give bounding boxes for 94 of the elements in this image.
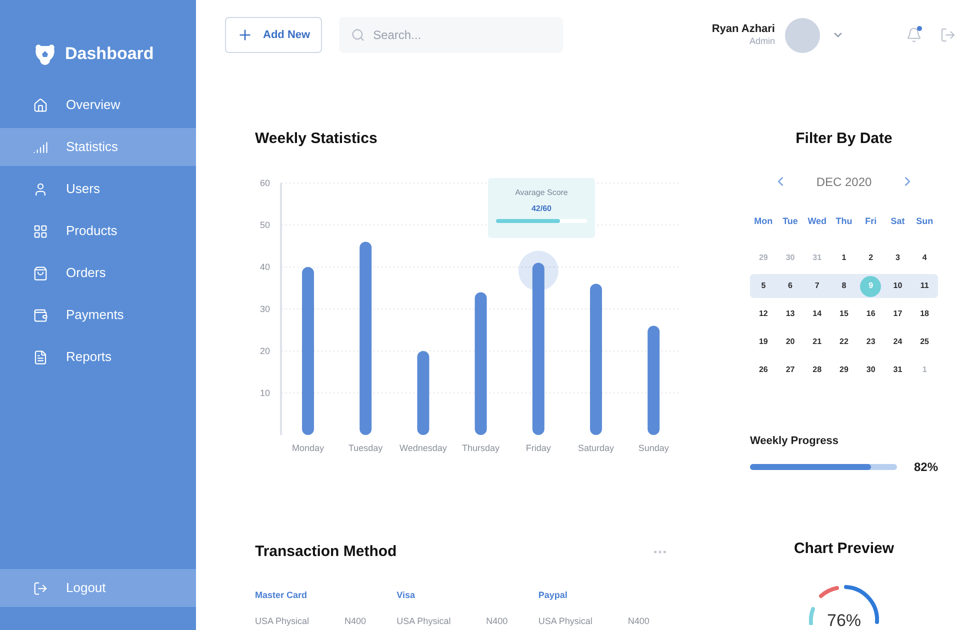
calendar-day[interactable]: 21 [806, 332, 828, 352]
chart-percentage: 76% [826, 610, 862, 630]
grid-icon [33, 224, 48, 238]
method-name: Paypal [538, 589, 568, 602]
method-amount: N400 [344, 614, 366, 628]
calendar-day[interactable]: 28 [806, 360, 828, 380]
tooltip-title: Avarage Score [515, 186, 568, 198]
x-axis-label: Friday [526, 442, 551, 452]
home-icon [33, 98, 48, 112]
calendar-day[interactable]: 11 [914, 276, 936, 296]
search-field[interactable]: Search... [339, 17, 564, 53]
calendar-day[interactable]: 10 [887, 276, 908, 296]
x-axis-label: Wednesday [400, 442, 447, 452]
weekday-label: Tue [782, 214, 799, 228]
plus-icon [237, 27, 253, 43]
y-axis-label: 20 [260, 346, 270, 356]
y-axis-label: 30 [260, 304, 270, 314]
calendar-day[interactable]: 4 [914, 248, 936, 268]
progress-title: Weekly Progress [750, 434, 840, 449]
x-axis-label: Tuesday [348, 442, 383, 452]
calendar-day[interactable]: 18 [914, 304, 936, 324]
document-icon [33, 350, 48, 364]
calendar-day[interactable]: 5 [752, 276, 774, 296]
method-name: Master Card [255, 589, 308, 602]
x-axis-label: Monday [292, 442, 324, 452]
logout-icon [33, 580, 48, 596]
calendar-day[interactable]: 27 [780, 360, 801, 380]
method-amount: N400 [486, 614, 508, 628]
bar[interactable] [590, 283, 602, 434]
calendar-day[interactable]: 3 [887, 248, 908, 268]
x-axis-label: Sunday [638, 442, 669, 452]
weekday-label: Sat [890, 214, 906, 228]
calendar-day[interactable]: 23 [860, 332, 882, 352]
bar[interactable] [417, 350, 430, 434]
section-title: Weekly Statistics [255, 129, 378, 149]
calendar-day[interactable]: 30 [860, 360, 882, 380]
weekday-label: Wed [806, 214, 828, 228]
add-new-button[interactable]: Add New [225, 17, 322, 53]
y-axis-label: 50 [260, 220, 270, 230]
logout-icon[interactable] [940, 27, 956, 43]
y-axis-label: 60 [260, 178, 270, 188]
calendar-day[interactable]: 8 [833, 276, 854, 296]
bag-icon [33, 266, 48, 280]
app-title: Dashboard [65, 42, 154, 65]
bar[interactable] [532, 262, 544, 434]
y-axis-label: 10 [260, 388, 270, 398]
method-type: USA Physical [255, 614, 310, 628]
method-type: USA Physical [538, 614, 592, 628]
avatar [785, 18, 820, 52]
month-label: DEC 2020 [816, 174, 872, 190]
calendar-day[interactable]: 7 [806, 276, 828, 296]
calendar-day[interactable]: 22 [833, 332, 854, 352]
calendar-day[interactable]: 31 [887, 360, 908, 380]
bar[interactable] [360, 241, 372, 434]
calendar-day[interactable]: 2 [860, 248, 882, 268]
calendar-day[interactable]: 29 [833, 360, 854, 380]
donut-chart-drawing [809, 585, 879, 625]
calendar-day[interactable]: 24 [887, 332, 908, 352]
bar[interactable] [648, 325, 660, 434]
calendar-day[interactable]: 20 [780, 332, 801, 352]
calendar-day[interactable]: 16 [860, 304, 882, 324]
weekday-label: Sun [915, 214, 934, 228]
user-icon [33, 182, 48, 196]
method-name: Visa [396, 589, 416, 602]
calendar-day[interactable]: 19 [752, 332, 774, 352]
progress-reading: 82% [914, 458, 938, 476]
calendar-day[interactable]: 12 [752, 304, 774, 324]
calendar-day[interactable]: 26 [752, 360, 774, 380]
calendar-day[interactable]: 15 [833, 304, 854, 324]
calendar-day[interactable]: 1 [833, 248, 854, 268]
x-axis-label: Saturday [578, 442, 614, 452]
search-icon [351, 28, 366, 42]
calendar-day[interactable]: 13 [780, 304, 801, 324]
x-axis-label: Thursday [462, 442, 500, 452]
weekday-label: Mon [753, 214, 774, 228]
section-title: Filter By Date [794, 129, 894, 149]
user-name: Ryan Azhari [712, 22, 775, 36]
calendar-day[interactable]: 14 [806, 304, 828, 324]
calendar-day[interactable]: 17 [887, 304, 908, 324]
bar[interactable] [474, 292, 487, 434]
tooltip-value: 42/60 [531, 202, 552, 214]
wallet-icon [33, 308, 48, 322]
notification-bell-icon[interactable] [906, 27, 922, 43]
section-title: Chart Preview [794, 538, 894, 558]
calendar-day[interactable]: 25 [914, 332, 936, 352]
section-title: Transaction Method [255, 542, 397, 562]
weekday-label: Thu [834, 214, 854, 228]
calendar-day[interactable]: 6 [780, 276, 801, 296]
method-type: USA Physical [396, 614, 451, 628]
logo-icon [33, 42, 57, 66]
user-role: Admin [749, 36, 775, 48]
y-axis-label: 40 [260, 262, 270, 272]
method-amount: N400 [628, 614, 650, 628]
weekday-label: Fri [864, 214, 878, 228]
